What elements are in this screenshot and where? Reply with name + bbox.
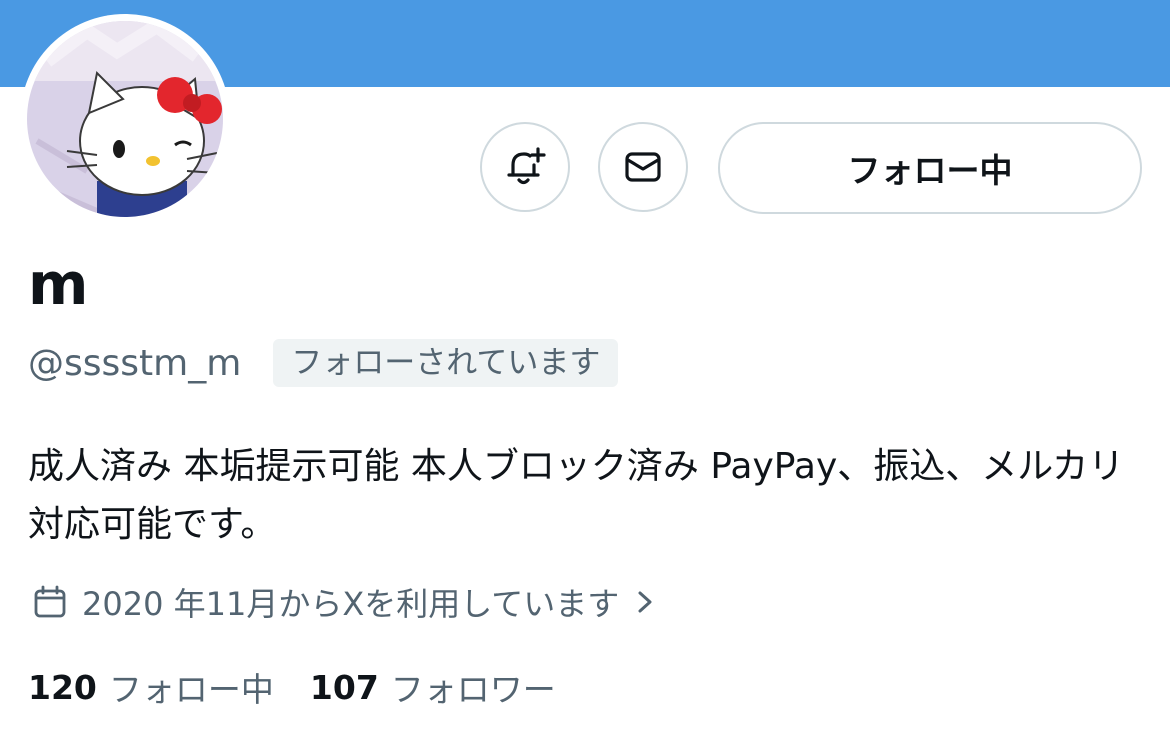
joined-date-text: 2020 年11月からXを利用しています — [82, 585, 620, 623]
following-stat[interactable]: 120 フォロー中 — [28, 663, 274, 711]
joined-date-row[interactable]: 2020 年11月からXを利用しています — [32, 578, 657, 626]
profile-page: フォロー中 m @sssstm_m フォローされています 成人済み 本垢提示可能… — [0, 0, 1170, 755]
handle-row: @sssstm_m フォローされています — [28, 338, 619, 388]
followers-label: フォロワー — [390, 670, 556, 709]
following-count: 120 — [28, 667, 97, 707]
following-button[interactable]: フォロー中 — [718, 122, 1142, 214]
message-button[interactable] — [598, 122, 688, 212]
bell-plus-icon — [507, 147, 546, 185]
followers-stat[interactable]: 107 フォロワー — [310, 663, 556, 711]
profile-bio: 成人済み 本垢提示可能 本人ブロック済み PayPay、振込、メルカリ対応可能で… — [28, 446, 1125, 545]
followers-count: 107 — [309, 667, 379, 707]
avatar-image — [27, 21, 223, 217]
display-name: m — [28, 250, 89, 318]
calendar-icon — [32, 584, 68, 620]
profile-avatar[interactable] — [20, 14, 230, 224]
notifications-button[interactable] — [480, 122, 570, 212]
following-label: フォロー中 — [108, 670, 274, 709]
envelope-icon — [625, 152, 661, 182]
follow-stats: 120 フォロー中 107 フォロワー — [28, 662, 592, 712]
chevron-right-icon — [633, 586, 657, 618]
user-handle: @sssstm_m — [28, 342, 242, 384]
follows-you-badge: フォローされています — [273, 339, 619, 387]
